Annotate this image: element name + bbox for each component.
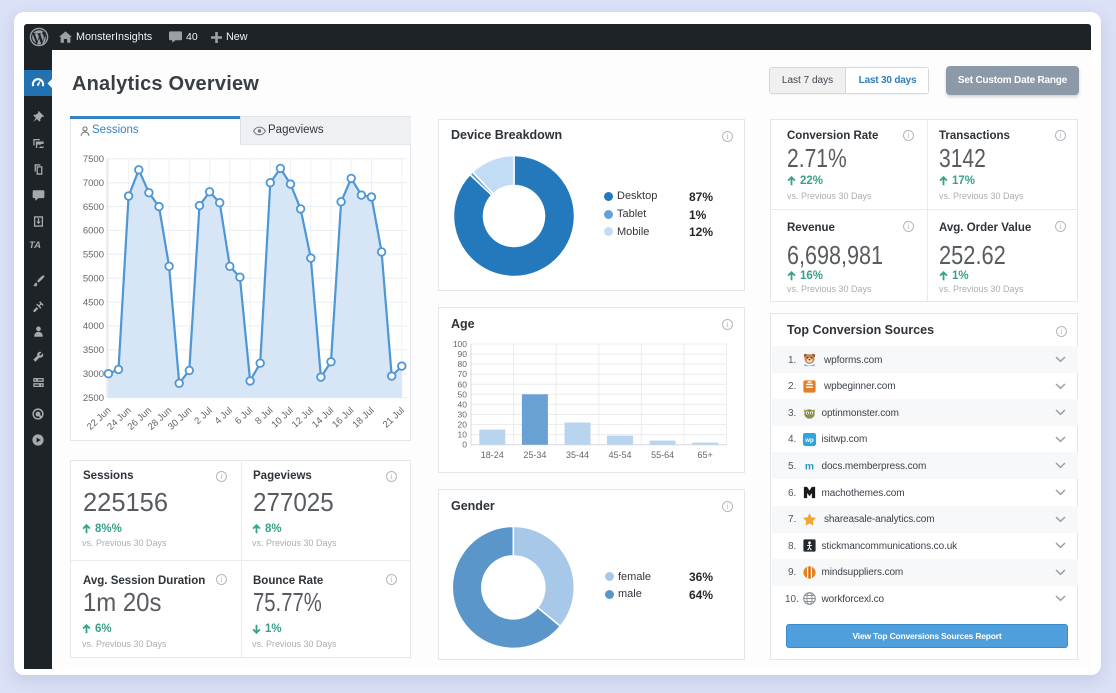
svg-text:50: 50 xyxy=(458,389,468,399)
svg-text:16 Jul: 16 Jul xyxy=(330,405,356,430)
svg-text:10: 10 xyxy=(458,430,468,440)
svg-text:6500: 6500 xyxy=(83,202,104,213)
svg-text:80: 80 xyxy=(458,359,468,369)
svg-text:3000: 3000 xyxy=(83,369,104,380)
svg-text:100: 100 xyxy=(453,339,467,349)
svg-text:20: 20 xyxy=(458,420,468,430)
svg-text:m: m xyxy=(805,462,814,473)
svg-text:35-44: 35-44 xyxy=(566,450,589,460)
svg-text:2500: 2500 xyxy=(83,393,104,404)
svg-text:0: 0 xyxy=(462,440,467,450)
svg-text:4500: 4500 xyxy=(83,297,104,308)
svg-text:90: 90 xyxy=(458,349,468,359)
svg-text:7500: 7500 xyxy=(83,154,104,165)
svg-text:45-54: 45-54 xyxy=(608,450,631,460)
svg-text:40: 40 xyxy=(458,399,468,409)
svg-text:65+: 65+ xyxy=(698,450,713,460)
svg-text:4000: 4000 xyxy=(83,321,104,332)
svg-text:wp: wp xyxy=(804,437,814,444)
svg-text:21 Jul: 21 Jul xyxy=(381,405,407,430)
svg-text:6000: 6000 xyxy=(83,226,104,237)
svg-text:55-64: 55-64 xyxy=(651,450,674,460)
svg-text:18-24: 18-24 xyxy=(481,450,504,460)
svg-text:25-34: 25-34 xyxy=(523,450,546,460)
svg-text:5500: 5500 xyxy=(83,250,104,261)
svg-text:10 Jul: 10 Jul xyxy=(269,405,295,430)
svg-text:14 Jul: 14 Jul xyxy=(310,405,336,430)
svg-text:12 Jul: 12 Jul xyxy=(290,405,316,430)
svg-text:18 Jul: 18 Jul xyxy=(350,405,376,430)
svg-text:30: 30 xyxy=(458,410,468,420)
svg-text:7000: 7000 xyxy=(83,178,104,189)
svg-text:4 Jul: 4 Jul xyxy=(213,405,235,427)
svg-text:6 Jul: 6 Jul xyxy=(233,405,255,427)
svg-text:70: 70 xyxy=(458,369,468,379)
svg-text:3500: 3500 xyxy=(83,345,104,356)
svg-text:60: 60 xyxy=(458,379,468,389)
svg-text:5000: 5000 xyxy=(83,273,104,284)
svg-text:2 Jul: 2 Jul xyxy=(192,405,214,427)
